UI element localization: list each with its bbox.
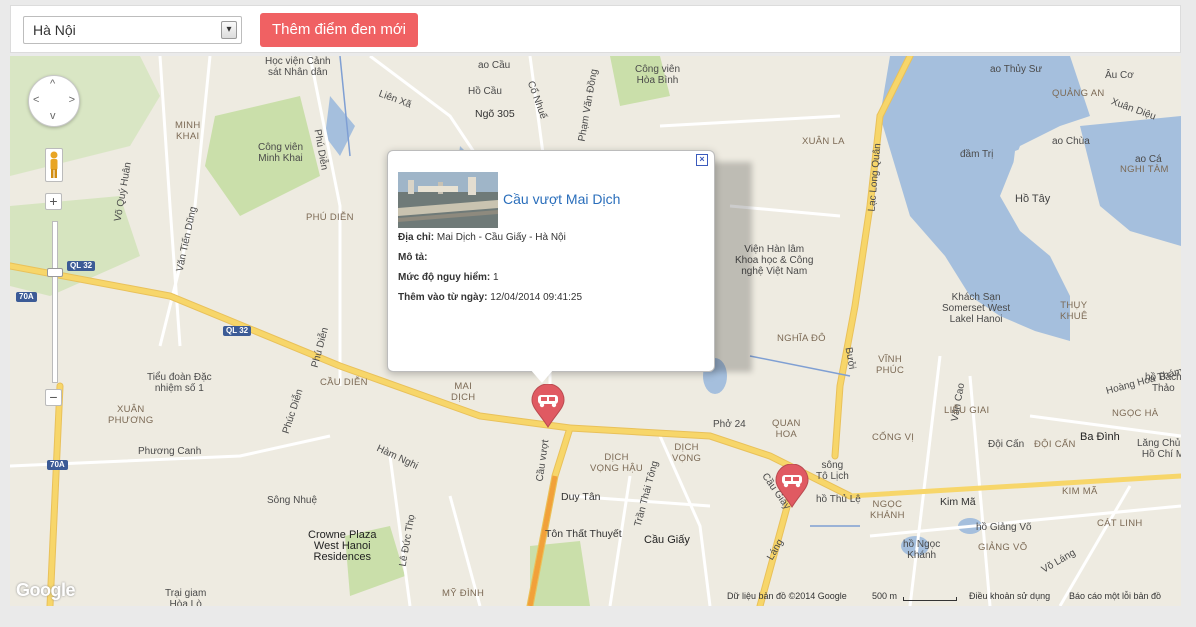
label-ba-dinh: Ba Đình (1080, 431, 1120, 443)
label-kim-ma: Kim Mã (940, 496, 976, 508)
address-value: Mai Dịch - Cầu Giấy - Hà Nội (436, 232, 566, 243)
city-select-value: Hà Nội (33, 22, 76, 38)
scale-bar-label: 500 m (872, 591, 898, 601)
label-trai-giam: Trại giam Hòa Lò (165, 588, 207, 606)
car-accident-marker-icon[interactable] (530, 383, 566, 428)
map-canvas[interactable]: Học viện Cảnh sát Nhân dân MINH KHAI Công … (10, 56, 1181, 606)
label-dam-tri: đầm Trị (960, 149, 994, 160)
label-vinh-phuc: VĨNH PHÚC (876, 354, 905, 376)
label-thuy-khue: THỤY KHUÊ (1060, 300, 1088, 322)
added-date-label: Thêm vào từ ngày: (398, 292, 488, 303)
label-ao-chua: ao Chùa (1052, 136, 1090, 147)
label-lang-chu-tich: Lăng Chủ TịHồ Chí Mi (1137, 438, 1181, 460)
label-giang-vo: GIẢNG VÕ (978, 542, 1028, 553)
label-cau-giay: Cầu Giấy (644, 534, 690, 546)
danger-level-value: 1 (493, 272, 499, 283)
zoom-out-button[interactable]: − (45, 389, 62, 406)
added-date-row: Thêm vào từ ngày: 12/04/2014 09:41:25 (398, 292, 582, 303)
label-doi-can-1: Đội Cấn (988, 439, 1025, 450)
report-error-link[interactable]: Báo cáo một lỗi bản đồ (1069, 591, 1161, 601)
close-icon[interactable]: × (696, 154, 708, 166)
label-kim-ma-dist: KIM MÃ (1062, 486, 1098, 497)
zoom-slider-track[interactable] (52, 221, 58, 383)
label-phu-dien-dist: PHÚ DIỄN (306, 212, 354, 223)
label-khach-san: Khách Sạn Somerset West Lakel Hanoi (942, 292, 1011, 325)
toolbar: Hà Nội ▾ Thêm điểm đen mới (10, 5, 1181, 53)
label-cong-vien-minh-khai: Công viên Minh Khai (258, 142, 304, 164)
terms-link[interactable]: Điều khoản sử dụng (969, 591, 1050, 601)
label-ho-bach-thao: hồ Bách Thảo (1145, 372, 1181, 394)
danger-level-label: Mức độ nguy hiểm: (398, 272, 491, 283)
label-cong-vien-hoa-binh: Công viên Hòa Bình (635, 64, 681, 86)
label-au-co: Âu Cơ (1105, 70, 1134, 81)
info-window-tail (530, 369, 554, 383)
label-cau-dien: CẦU DIỄN (320, 377, 368, 388)
label-mai-dich: MAI DỊCH (451, 381, 476, 403)
google-logo[interactable]: Google (16, 580, 76, 601)
label-quang-an: QUẢNG AN (1052, 88, 1105, 99)
chevron-down-icon[interactable]: ▾ (221, 21, 237, 39)
pegman-icon[interactable] (45, 148, 63, 182)
zoom-in-button[interactable]: + (45, 193, 62, 210)
label-doi-can-2: ĐỘI CẤN (1034, 439, 1076, 450)
label-hoc-vien: Học viện Cảnh sát Nhân dân (265, 56, 331, 78)
label-xuan-phuong: XUÂN PHƯƠNG (108, 404, 154, 426)
label-duy-tan: Duy Tân (561, 491, 601, 503)
label-ho-giang-vo: hồ Giảng Võ (976, 522, 1032, 533)
label-ao-thuy-su: ao Thủy Sư (990, 64, 1043, 75)
label-ho-cau: Hồ Cầu (468, 86, 502, 97)
label-ho-thu-le: hồ Thủ Lệ (816, 494, 861, 505)
label-xuan-la: XUÂN LA (802, 136, 845, 147)
zoom-slider-thumb[interactable] (47, 268, 63, 277)
label-ao-cau: ao Cầu (478, 60, 511, 71)
route-shield-70a-south: 70A (47, 460, 68, 470)
label-lieu-giai: LIỄU GIAI (944, 405, 990, 416)
label-my-dinh: MỸ ĐÌNH (442, 588, 485, 599)
label-nghi-tam: NGHI TÀM (1120, 164, 1169, 175)
label-pho-24: Phở 24 (713, 419, 746, 430)
label-ngoc-ha: NGỌC HÀ (1112, 408, 1159, 419)
label-song-to-lich: sông Tô Lịch (816, 460, 849, 482)
add-blackspot-button[interactable]: Thêm điểm đen mới (260, 13, 418, 47)
car-accident-marker-icon[interactable] (774, 463, 810, 508)
label-ton-that-thuyet: Tôn Thất Thuyết (545, 528, 622, 540)
added-date-value: 12/04/2014 09:41:25 (490, 292, 583, 303)
route-shield-ql32-east: QL 32 (223, 326, 252, 336)
label-tieu-doan: Tiểu đoàn Đặc nhiệm số 1 (147, 372, 212, 394)
label-ho-tay: Hồ Tây (1015, 193, 1051, 205)
label-minh-khai: MINH KHAI (175, 120, 201, 142)
info-window-shadow (710, 162, 752, 372)
pan-control-icon[interactable]: ^ < > v (28, 75, 80, 127)
label-ngoc-khanh: NGỌC KHÁNH (870, 499, 905, 521)
city-select[interactable]: Hà Nội ▾ (23, 16, 242, 44)
info-window: × Cầu vượt Mai Dịch Địa chỉ: Mai Dịch - … (387, 150, 715, 372)
label-ho-ngoc-khanh: hồ Ngọc Khánh (903, 539, 941, 561)
label-cong-vi: CỐNG VỊ (872, 432, 915, 443)
label-phuong-canh: Phương Canh (138, 446, 202, 457)
label-nghia-do: NGHĨA ĐÔ (777, 333, 826, 344)
route-shield-70a-north: 70A (16, 292, 37, 302)
label-song-nhue: Sông Nhuệ (267, 495, 318, 506)
location-thumbnail (398, 172, 498, 228)
label-crowne-plaza: Crowne Plaza West Hanoi Residences (308, 529, 377, 563)
scale-bar (903, 597, 957, 601)
description-label: Mô tả: (398, 252, 428, 263)
address-label: Địa chỉ: (398, 232, 435, 243)
label-quan-hoa: QUAN HOA (772, 418, 801, 440)
description-row: Mô tả: (398, 252, 427, 263)
address-row: Địa chỉ: Mai Dịch - Cầu Giấy - Hà Nội (398, 232, 566, 243)
label-cat-linh: CÁT LINH (1097, 518, 1143, 529)
label-dich-vong: DỊCH VỌNG (672, 442, 702, 464)
route-shield-ql32-west: QL 32 (67, 261, 96, 271)
map-data-credit: Dữ liệu bản đồ ©2014 Google (727, 591, 847, 601)
label-dich-vong-hau: DỊCH VỌNG HẬU (590, 452, 644, 474)
label-ngo-305: Ngõ 305 (475, 108, 515, 120)
info-window-title[interactable]: Cầu vượt Mai Dịch (503, 191, 620, 207)
danger-level-row: Mức độ nguy hiểm: 1 (398, 272, 499, 283)
